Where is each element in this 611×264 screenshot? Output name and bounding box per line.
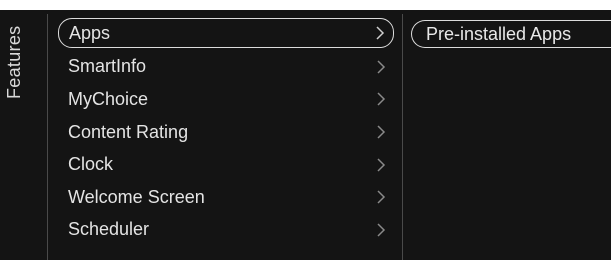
chevron-right-icon <box>374 60 388 74</box>
chevron-right-icon <box>374 92 388 107</box>
menu-item-label: Welcome Screen <box>68 186 205 207</box>
menu-item-label: Clock <box>68 154 114 175</box>
tv-settings-screen: Features Apps SmartInfo MyChoice Content… <box>0 0 611 264</box>
chevron-right-icon <box>374 223 388 237</box>
menu-item-mychoice[interactable]: MyChoice <box>58 83 394 116</box>
left-divider <box>47 14 48 264</box>
features-menu: Apps SmartInfo MyChoice Content Rating C… <box>58 18 394 246</box>
chevron-right-icon <box>374 190 388 204</box>
rail-title: Features <box>4 26 24 100</box>
features-rail: Features <box>0 10 46 264</box>
menu-item-welcome-screen[interactable]: Welcome Screen <box>58 181 394 214</box>
menu-item-label: MyChoice <box>68 88 149 109</box>
menu-item-scheduler[interactable]: Scheduler <box>58 214 394 247</box>
menu-item-label: Scheduler <box>68 219 150 240</box>
submenu-item-label: Pre-installed Apps <box>426 23 572 44</box>
menu-item-apps[interactable]: Apps <box>58 18 394 48</box>
top-border <box>0 0 611 10</box>
menu-item-content-rating[interactable]: Content Rating <box>58 116 394 149</box>
menu-item-label: SmartInfo <box>68 56 147 77</box>
chevron-right-icon <box>373 26 387 40</box>
menu-item-smartinfo[interactable]: SmartInfo <box>58 51 394 84</box>
chevron-right-icon <box>374 158 388 172</box>
bottom-border <box>0 260 611 264</box>
chevron-right-icon <box>374 125 388 139</box>
menu-item-clock[interactable]: Clock <box>58 148 394 181</box>
submenu-item-pre-installed-apps[interactable]: Pre-installed Apps <box>411 20 611 48</box>
menu-item-label: Content Rating <box>68 121 189 142</box>
right-divider <box>402 14 403 264</box>
menu-item-label: Apps <box>69 22 111 43</box>
